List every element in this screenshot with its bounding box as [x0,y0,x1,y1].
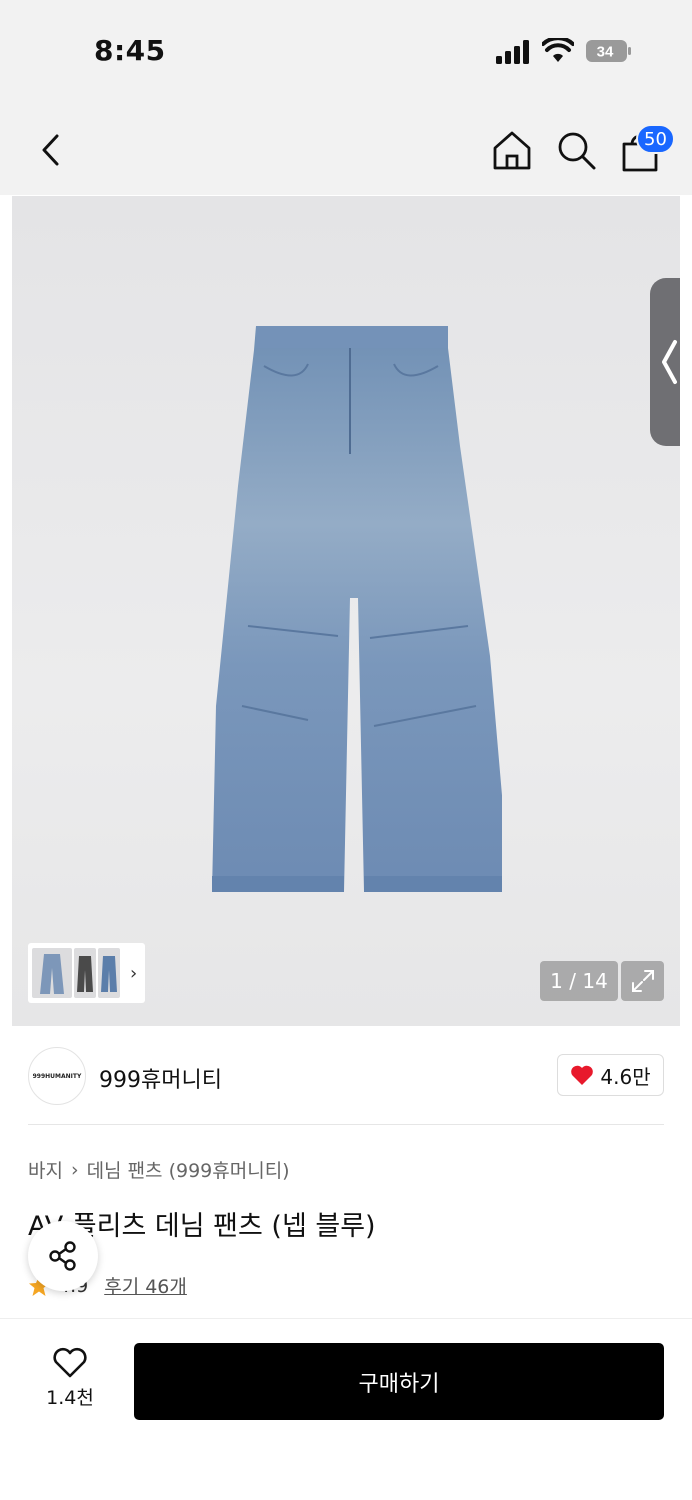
home-icon[interactable] [490,128,534,172]
bottom-action-bar: 1.4천 구매하기 [0,1318,692,1500]
back-button[interactable] [30,126,70,174]
thumbnail-image[interactable] [32,948,72,998]
battery-icon: 34 [586,40,631,62]
wifi-icon [542,38,574,62]
jeans-thumbnail-icon [40,954,64,994]
review-count-link[interactable]: 후기 46개 [104,1272,187,1299]
buy-button[interactable]: 구매하기 [134,1343,664,1420]
breadcrumb: 바지 › 데님 팬츠 (999휴머니티) [28,1156,290,1183]
heart-outline-icon [53,1347,87,1378]
search-icon[interactable] [554,128,598,172]
expand-icon [631,970,654,992]
wishlist-count: 1.4천 [46,1387,94,1409]
product-image [212,326,502,892]
brand-like-button[interactable]: 4.6만 [557,1054,664,1096]
thumbnail-image[interactable] [98,948,120,998]
status-bar: 8:45 34 [0,0,692,100]
brand-logo[interactable]: 999HUMANITY [28,1047,86,1105]
thumbnail-strip[interactable]: › [28,943,145,1003]
share-icon [49,1241,76,1271]
cart-count-badge: 50 [636,124,675,154]
thumbnail-image[interactable] [74,948,96,998]
cellular-signal-icon [496,40,529,64]
brand-name[interactable]: 999휴머니티 [99,1062,222,1094]
divider [28,1124,664,1125]
image-counter: 1 / 14 [540,961,618,1001]
side-panel-handle[interactable] [650,278,680,446]
jeans-thumbnail-icon [77,956,93,992]
chevron-left-icon [662,340,677,384]
breadcrumb-category[interactable]: 바지 [28,1156,63,1183]
status-time: 8:45 [94,34,166,67]
wishlist-button[interactable]: 1.4천 [40,1347,100,1410]
expand-button[interactable] [621,961,664,1001]
chevron-right-icon: › [70,1158,79,1181]
share-button[interactable] [28,1221,98,1291]
chevron-right-icon[interactable]: › [130,963,137,984]
chevron-left-icon [42,134,59,166]
jeans-thumbnail-icon [101,956,117,992]
brand-row[interactable]: 999HUMANITY 999휴머니티 4.6만 [0,1026,692,1126]
product-image-gallery[interactable] [12,196,680,1026]
brand-like-count: 4.6만 [600,1064,651,1089]
heart-filled-icon [571,1065,594,1085]
top-nav-bar [0,100,692,195]
battery-level: 34 [597,44,614,61]
breadcrumb-subcategory[interactable]: 데님 팬츠 (999휴머니티) [87,1156,290,1183]
